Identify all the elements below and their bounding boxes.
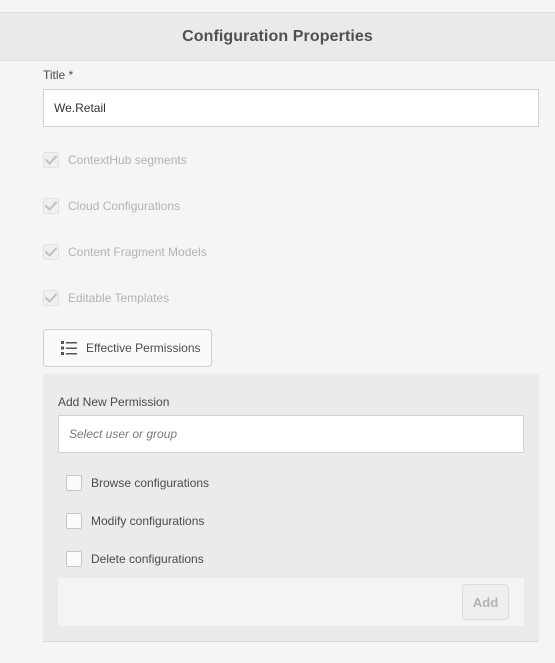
dialog-header: Configuration Properties [0,12,555,61]
delete-configurations-checkbox[interactable]: Delete configurations [66,550,204,568]
checkmark-icon [43,244,59,260]
modify-configurations-checkbox[interactable]: Modify configurations [66,512,204,530]
list-icon [60,339,78,357]
editable-templates-checkbox: Editable Templates [43,289,169,307]
cloud-configurations-checkbox: Cloud Configurations [43,197,180,215]
cloud-configurations-label: Cloud Configurations [68,199,181,213]
content-fragment-models-label: Content Fragment Models [68,245,207,259]
content-fragment-models-checkbox: Content Fragment Models [43,243,207,261]
editable-templates-label: Editable Templates [68,291,170,305]
browse-configurations-checkbox[interactable]: Browse configurations [66,474,209,492]
user-group-input[interactable] [58,415,524,453]
contexthub-segments-checkbox: ContextHub segments [43,151,187,169]
browse-configurations-label: Browse configurations [91,476,210,490]
title-input[interactable] [43,89,539,127]
title-field-label: Title * [43,68,74,82]
action-bar: Add [58,578,524,626]
delete-configurations-label: Delete configurations [91,552,204,566]
modify-configurations-label: Modify configurations [91,514,205,528]
checkmark-icon [43,152,59,168]
add-new-permission-label: Add New Permission [58,395,170,409]
dialog-title: Configuration Properties [182,27,373,45]
contexthub-segments-label: ContextHub segments [68,153,187,167]
checkmark-icon [43,290,59,306]
checkbox-box[interactable] [66,475,82,491]
checkbox-box[interactable] [66,551,82,567]
checkmark-icon [43,198,59,214]
add-permission-panel: Add New Permission Browse configurations… [43,374,539,642]
checkbox-box[interactable] [66,513,82,529]
add-button[interactable]: Add [462,584,509,620]
effective-permissions-button[interactable]: Effective Permissions [43,329,212,367]
effective-permissions-label: Effective Permissions [86,341,201,355]
